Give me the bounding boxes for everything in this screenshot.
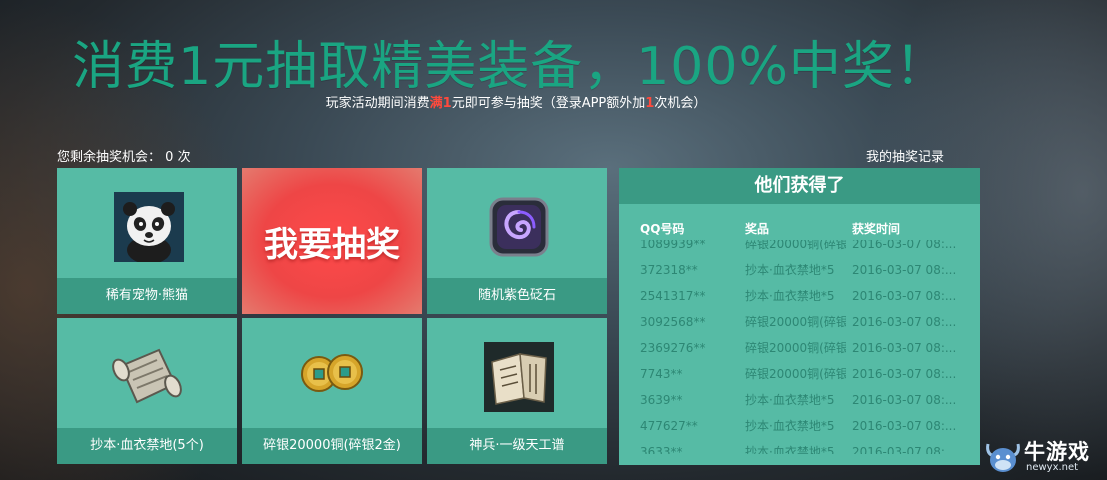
column-header-time: 获奖时间 bbox=[852, 222, 901, 236]
site-watermark: 牛游戏 newyx.net bbox=[984, 436, 1102, 476]
draw-button[interactable]: 我要抽奖 bbox=[242, 168, 422, 314]
panda-icon bbox=[114, 192, 184, 262]
winners-list[interactable]: 1089939** 碎银20000铜(碎银2金) 2016-03-07 08:.… bbox=[619, 240, 980, 454]
description-text: 次机会） bbox=[654, 96, 707, 111]
column-header-qq: QQ号码 bbox=[640, 222, 685, 236]
cell-time: 2016-03-07 08:... bbox=[852, 289, 956, 303]
cell-qq: 7743** bbox=[640, 367, 683, 381]
table-row: 3639** 抄本·血衣禁地*5 2016-03-07 08:... bbox=[619, 387, 980, 413]
table-row: 7743** 碎银20000铜(碎银2金) 2016-03-07 08:... bbox=[619, 361, 980, 387]
table-row: 372318** 抄本·血衣禁地*5 2016-03-07 08:... bbox=[619, 257, 980, 283]
purple-stone-icon bbox=[484, 192, 554, 262]
remaining-count: 0 bbox=[165, 150, 174, 165]
cell-qq: 1089939** bbox=[640, 240, 706, 251]
cell-qq: 2369276** bbox=[640, 341, 706, 355]
description-text: 玩家活动期间消费 bbox=[325, 96, 430, 111]
table-row: 1089939** 碎银20000铜(碎银2金) 2016-03-07 08:.… bbox=[619, 240, 980, 257]
table-row: 477627** 抄本·血衣禁地*5 2016-03-07 08:... bbox=[619, 413, 980, 439]
prize-grid: 稀有宠物·熊猫 我要抽奖 随机紫色砭石 抄本·血衣禁地(5个) 碎银20000铜… bbox=[57, 168, 607, 464]
book-icon bbox=[484, 342, 554, 412]
description-highlight: 满1 bbox=[429, 96, 452, 111]
prize-label: 神兵·一级天工谱 bbox=[427, 428, 607, 464]
cell-time: 2016-03-07 08:... bbox=[852, 393, 956, 407]
cell-qq: 372318** bbox=[640, 263, 698, 277]
bull-logo-icon bbox=[986, 443, 1020, 472]
column-header-prize: 奖品 bbox=[745, 222, 770, 236]
cell-prize: 抄本·血衣禁地*5 bbox=[745, 445, 835, 454]
cell-time: 2016-03-07 08:... bbox=[852, 445, 956, 454]
winners-table-header: QQ号码 奖品 获奖时间 bbox=[619, 220, 980, 238]
cell-prize: 碎银20000铜(碎银2金) bbox=[745, 240, 846, 251]
prize-label: 抄本·血衣禁地(5个) bbox=[57, 428, 237, 464]
prize-tile-panda: 稀有宠物·熊猫 bbox=[57, 168, 237, 314]
prize-tile-scroll: 抄本·血衣禁地(5个) bbox=[57, 318, 237, 464]
scroll-icon bbox=[107, 336, 187, 416]
cell-qq: 3633** bbox=[640, 445, 683, 454]
cell-time: 2016-03-07 08:... bbox=[852, 315, 956, 329]
table-row: 2369276** 碎银20000铜(碎银2金) 2016-03-07 08:.… bbox=[619, 335, 980, 361]
prize-label: 稀有宠物·熊猫 bbox=[57, 278, 237, 314]
cell-time: 2016-03-07 08:... bbox=[852, 367, 956, 381]
page-title: 消费1元抽取精美装备，100%中奖！ bbox=[72, 37, 948, 97]
prize-label: 随机紫色砭石 bbox=[427, 278, 607, 314]
cell-prize: 抄本·血衣禁地*5 bbox=[745, 263, 835, 277]
winners-panel: 他们获得了 QQ号码 奖品 获奖时间 1089939** 碎银20000铜(碎银… bbox=[619, 168, 980, 465]
cell-prize: 抄本·血衣禁地*5 bbox=[745, 393, 835, 407]
watermark-url: newyx.net bbox=[1026, 462, 1079, 473]
cell-prize: 抄本·血衣禁地*5 bbox=[745, 419, 835, 433]
draw-button-label: 我要抽奖 bbox=[264, 224, 400, 265]
table-row: 3092568** 碎银20000铜(碎银2金) 2016-03-07 08:.… bbox=[619, 309, 980, 335]
cell-prize: 碎银20000铜(碎银2金) bbox=[745, 341, 846, 355]
cell-qq: 477627** bbox=[640, 419, 698, 433]
remaining-unit: 次 bbox=[177, 150, 191, 165]
prize-tile-purple-stone: 随机紫色砭石 bbox=[427, 168, 607, 314]
cell-qq: 3639** bbox=[640, 393, 683, 407]
prize-tile-book: 神兵·一级天工谱 bbox=[427, 318, 607, 464]
cell-prize: 抄本·血衣禁地*5 bbox=[745, 289, 835, 303]
table-row: 2541317** 抄本·血衣禁地*5 2016-03-07 08:... bbox=[619, 283, 980, 309]
coins-icon bbox=[297, 348, 367, 398]
cell-prize: 碎银20000铜(碎银2金) bbox=[745, 367, 846, 381]
cell-time: 2016-03-07 08:... bbox=[852, 341, 956, 355]
prize-label: 碎银20000铜(碎银2金) bbox=[242, 428, 422, 464]
cell-qq: 2541317** bbox=[640, 289, 706, 303]
cell-qq: 3092568** bbox=[640, 315, 706, 329]
prize-tile-coins: 碎银20000铜(碎银2金) bbox=[242, 318, 422, 464]
cell-time: 2016-03-07 08:... bbox=[852, 263, 956, 277]
winners-title: 他们获得了 bbox=[619, 168, 980, 204]
cell-time: 2016-03-07 08:... bbox=[852, 419, 956, 433]
description-text: 元即可参与抽奖（登录APP额外加 bbox=[451, 96, 646, 111]
my-record-link[interactable]: 我的抽奖记录 bbox=[866, 146, 944, 165]
remaining-chances: 您剩余抽奖机会： 0 次 bbox=[57, 146, 191, 165]
remaining-label: 您剩余抽奖机会： bbox=[57, 150, 162, 165]
description-highlight: 1 bbox=[645, 96, 655, 111]
cell-prize: 碎银20000铜(碎银2金) bbox=[745, 315, 846, 329]
cell-time: 2016-03-07 08:... bbox=[852, 240, 956, 251]
table-row: 3633** 抄本·血衣禁地*5 2016-03-07 08:... bbox=[619, 439, 980, 454]
event-description: 玩家活动期间消费满1元即可参与抽奖（登录APP额外加1次机会） bbox=[0, 92, 1032, 111]
